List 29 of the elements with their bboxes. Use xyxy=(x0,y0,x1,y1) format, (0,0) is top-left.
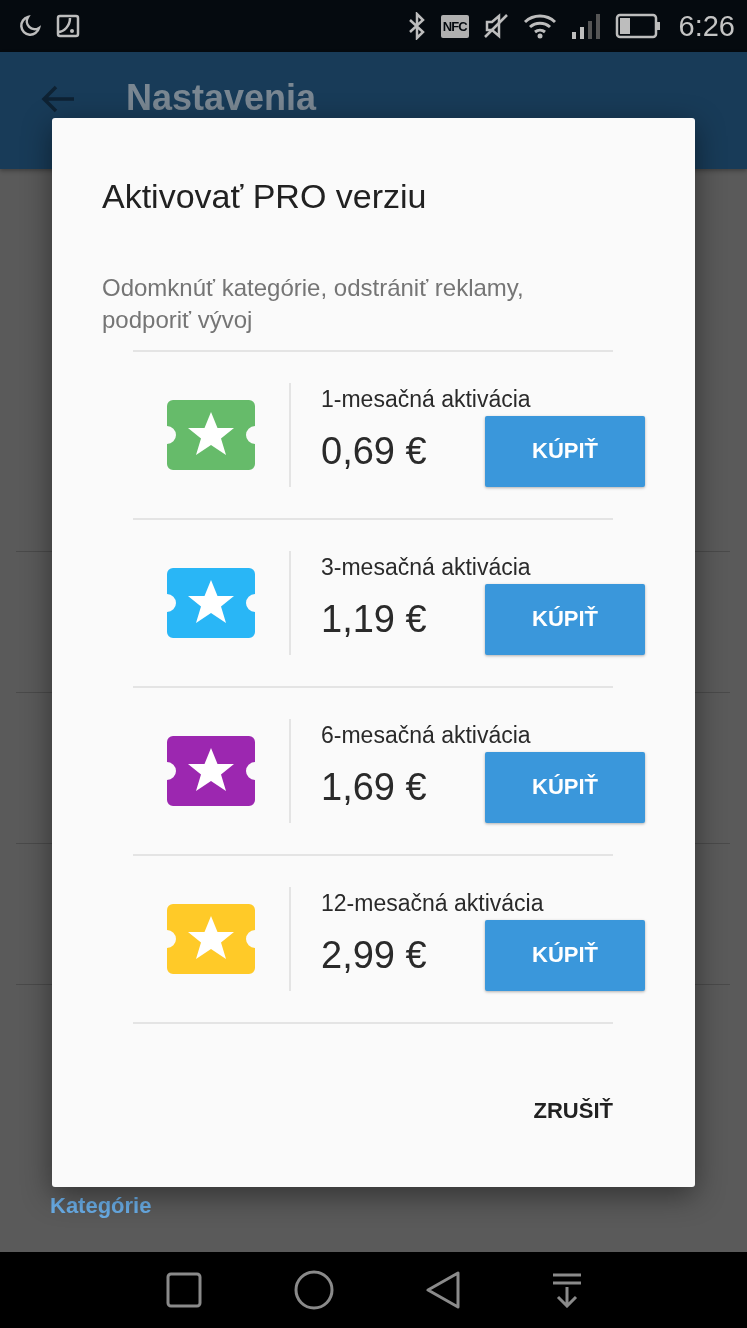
plan-price: 1,69 € xyxy=(321,765,427,809)
plan-price: 1,19 € xyxy=(321,597,427,641)
muted-speaker-icon xyxy=(482,13,509,39)
buy-button[interactable]: KÚPIŤ xyxy=(485,583,645,655)
plan-name: 12-mesačná aktivácia xyxy=(321,888,545,918)
wifi-icon xyxy=(522,13,557,39)
nfc-icon: NFC xyxy=(440,14,469,38)
clock-time: 6:26 xyxy=(678,9,735,43)
buy-button[interactable]: KÚPIŤ xyxy=(485,751,645,823)
pull-down-icon[interactable] xyxy=(551,1272,582,1308)
battery-icon xyxy=(614,13,661,39)
home-circle-icon[interactable] xyxy=(293,1270,334,1310)
moon-icon xyxy=(18,14,42,38)
screen-title: Nastavenia xyxy=(126,78,317,118)
buy-button[interactable]: KÚPIŤ xyxy=(485,415,645,487)
plan-name: 6-mesačná aktivácia xyxy=(321,720,532,750)
dialog-subtitle: Odomknúť kategórie, odstrániť reklamy, podporiť vývoj xyxy=(102,273,525,335)
square-icon[interactable] xyxy=(165,1272,202,1308)
section-header: Kategórie xyxy=(50,1193,153,1219)
plan-name: 1-mesačná aktivácia xyxy=(321,384,532,414)
plan-name: 3-mesačná aktivácia xyxy=(321,552,532,582)
plan-price: 0,69 € xyxy=(321,429,427,473)
plan-price: 2,99 € xyxy=(321,933,427,977)
cancel-button[interactable]: ZRUŠIŤ xyxy=(533,1094,613,1128)
buy-button[interactable]: KÚPIŤ xyxy=(485,919,645,991)
signal-icon xyxy=(570,13,601,39)
image-icon xyxy=(56,14,80,38)
dialog-title: Aktivovať PRO verziu xyxy=(102,176,428,217)
back-triangle-icon[interactable] xyxy=(425,1271,460,1309)
